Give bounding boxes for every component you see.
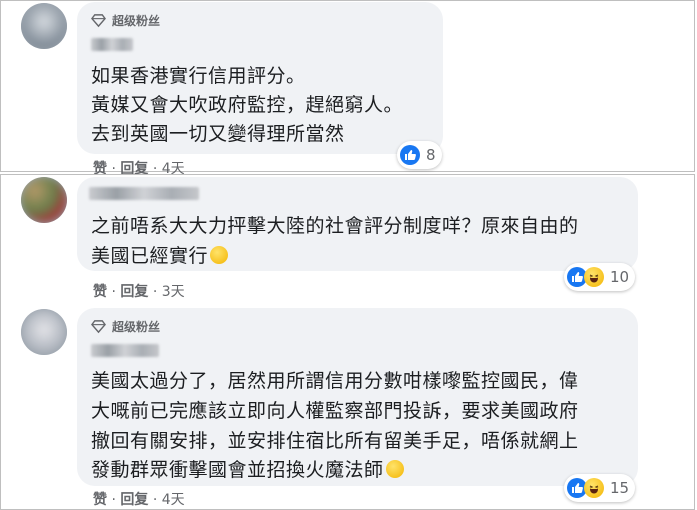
comment-text: 發動群眾衝擊國會並招換火魔法師 xyxy=(91,459,384,481)
comment-line: 去到英國一切又變得理所當然 xyxy=(91,123,345,145)
diamond-icon xyxy=(91,14,106,28)
comment-line: 之前唔系大大力抨擊大陸的社會評分制度咩？原來自由的 xyxy=(91,215,579,237)
super-fan-badge: 超级粉丝 xyxy=(91,12,160,29)
reaction-count: 15 xyxy=(610,479,630,497)
comment-panel-1: 超级粉丝 如果香港實行信用評分。 黃媒又會大吹政府監控，趕絕窮人。 去到英國一切… xyxy=(0,0,695,177)
comment-line: 美國已經實行 xyxy=(91,241,229,268)
reaction-summary[interactable]: 8 xyxy=(397,141,442,169)
comment-text: 美國已經實行 xyxy=(91,245,209,267)
separator: · xyxy=(111,284,116,300)
commenter-name-blurred[interactable] xyxy=(91,38,133,51)
commenter-name-blurred[interactable] xyxy=(91,344,159,357)
comment-line: 大嘅前已完應該立即向人權監察部門投訴，要求美國政府 xyxy=(91,400,579,422)
comment-bubble: 超级粉丝 如果香港實行信用評分。 黃媒又會大吹政府監控，趕絕窮人。 去到英國一切… xyxy=(77,2,443,154)
reaction-summary[interactable]: 10 xyxy=(564,263,636,291)
reaction-summary[interactable]: 15 xyxy=(564,474,636,502)
timestamp[interactable]: 4天 xyxy=(162,492,185,508)
timestamp[interactable]: 3天 xyxy=(162,284,185,300)
comment-line: 美國太過分了，居然用所謂信用分數咁樣嚟監控國民，偉 xyxy=(91,370,579,392)
separator: · xyxy=(152,284,158,300)
separator: · xyxy=(111,492,116,508)
separator: · xyxy=(152,492,158,508)
super-fan-badge: 超级粉丝 xyxy=(91,318,160,335)
avatar[interactable] xyxy=(21,177,67,223)
badge-label: 超级粉丝 xyxy=(112,320,161,334)
haha-reaction-icon xyxy=(584,267,604,287)
reply-link[interactable]: 回复 xyxy=(120,492,148,508)
comment-line: 發動群眾衝擊國會並招換火魔法師 xyxy=(91,455,404,482)
comment-panel-2: 之前唔系大大力抨擊大陸的社會評分制度咩？原來自由的 美國已經實行 10 赞 · … xyxy=(0,174,695,510)
like-link[interactable]: 赞 xyxy=(93,492,107,508)
like-reaction-icon xyxy=(400,145,420,165)
haha-reaction-icon xyxy=(584,478,604,498)
comment-actions: 赞 · 回复 · 3天 xyxy=(93,281,185,301)
comment-line: 如果香港實行信用評分。 xyxy=(91,65,306,87)
comment-bubble: 之前唔系大大力抨擊大陸的社會評分制度咩？原來自由的 美國已經實行 xyxy=(77,177,638,271)
shocked-emoji-icon xyxy=(210,246,229,264)
comment-line: 黃媒又會大吹政府監控，趕絕窮人。 xyxy=(91,94,404,116)
reaction-count: 8 xyxy=(426,146,436,164)
diamond-icon xyxy=(91,320,106,334)
avatar[interactable] xyxy=(21,3,67,49)
comment-actions: 赞 · 回复 · 4天 xyxy=(93,489,185,509)
reaction-count: 10 xyxy=(610,268,630,286)
badge-label: 超级粉丝 xyxy=(112,14,161,28)
avatar[interactable] xyxy=(21,309,67,355)
commenter-name-blurred[interactable] xyxy=(89,187,199,200)
comment-bubble: 超级粉丝 美國太過分了，居然用所謂信用分數咁樣嚟監控國民，偉 大嘅前已完應該立即… xyxy=(77,308,638,486)
comment-line: 撤回有關安排，並安排住宿比所有留美手足，唔係就網上 xyxy=(91,430,579,452)
like-link[interactable]: 赞 xyxy=(93,284,107,300)
reply-link[interactable]: 回复 xyxy=(120,284,148,300)
smiling-emoji-icon xyxy=(385,460,404,478)
